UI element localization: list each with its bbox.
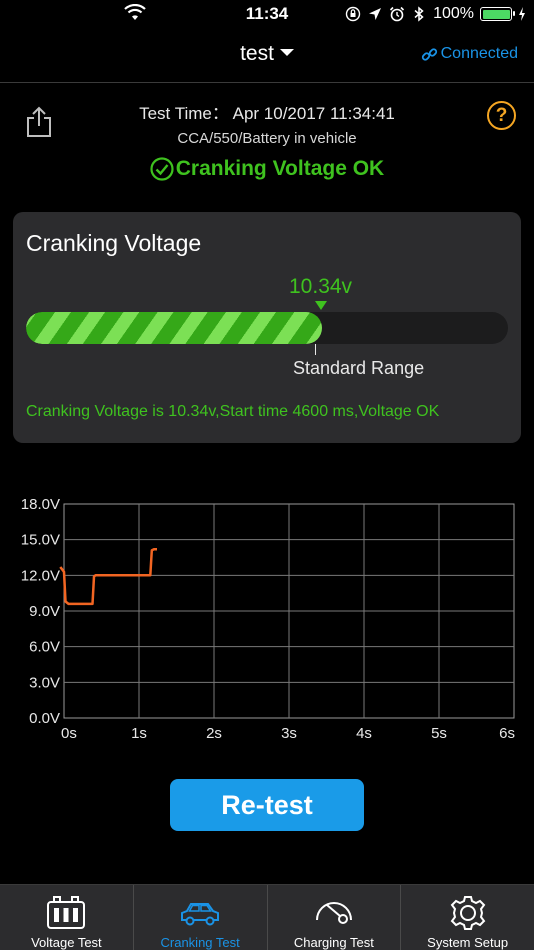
- y-tick-label: 15.0V: [21, 532, 60, 549]
- y-tick-label: 12.0V: [21, 567, 60, 584]
- alarm-icon: [390, 6, 405, 22]
- tab-cranking-test[interactable]: Cranking Test: [134, 885, 268, 950]
- tab-bar: Voltage Test Cranking Test Charging Test…: [0, 884, 534, 950]
- nav-title: test: [240, 42, 274, 65]
- y-tick-label: 0.0V: [29, 710, 60, 727]
- tab-charging-test[interactable]: Charging Test: [268, 885, 402, 950]
- x-tick-label: 2s: [206, 725, 222, 742]
- gear-icon: [450, 896, 485, 930]
- tab-label: System Setup: [427, 935, 509, 950]
- test-time: Test Time： Apr 10/2017 11:34:41: [139, 104, 395, 123]
- cranking-summary: Cranking Voltage is 10.34v,Start time 46…: [26, 403, 440, 420]
- x-tick-label: 0s: [61, 725, 77, 742]
- bluetooth-icon: [414, 6, 424, 22]
- connection-label: Connected: [440, 45, 518, 62]
- retest-button[interactable]: Re-test: [170, 779, 364, 831]
- connection-status[interactable]: Connected: [421, 45, 518, 63]
- standard-range-tick: [315, 344, 316, 355]
- test-result: Cranking Voltage OK: [0, 157, 534, 181]
- x-tick-label: 1s: [131, 725, 147, 742]
- value-marker-icon: [315, 301, 327, 310]
- tab-voltage-test[interactable]: Voltage Test: [0, 885, 134, 950]
- cranking-voltage-value: 10.34v: [289, 275, 353, 298]
- link-icon: [421, 47, 437, 61]
- x-tick-label: 5s: [431, 725, 447, 742]
- voltage-bar: [26, 312, 508, 344]
- x-tick-label: 3s: [281, 725, 297, 742]
- status-indicators: 100%: [345, 4, 526, 24]
- gauge-icon: [315, 902, 352, 924]
- check-circle-icon: [150, 157, 174, 181]
- y-tick-label: 18.0V: [21, 496, 60, 513]
- card-title: Cranking Voltage: [26, 230, 202, 256]
- orientation-lock-icon: [345, 6, 361, 22]
- tab-label: Cranking Test: [160, 935, 240, 950]
- battery-icon: [47, 896, 86, 929]
- tab-system-setup[interactable]: System Setup: [401, 885, 534, 950]
- battery-icon: [480, 7, 515, 21]
- voltage-chart: 18.0V 15.0V 12.0V 9.0V 6.0V 3.0V 0.0V0s 1s 2s 3s 4…: [21, 496, 515, 742]
- y-tick-label: 9.0V: [29, 603, 60, 620]
- voltage-trace: [59, 547, 157, 606]
- battery-percentage: 100%: [433, 5, 474, 22]
- charging-icon: [519, 7, 525, 21]
- cranking-voltage-card: Cranking Voltage 10.34v Standard Range C…: [13, 212, 521, 443]
- caret-down-icon: [279, 48, 294, 56]
- car-icon: [181, 903, 220, 926]
- nav-bar: test Connected: [0, 28, 534, 83]
- test-config: CCA/550/Battery in vehicle: [177, 130, 357, 147]
- y-tick-label: 3.0V: [29, 674, 60, 691]
- tab-label: Charging Test: [293, 935, 374, 950]
- x-tick-label: 4s: [356, 725, 372, 742]
- standard-range-label: Standard Range: [293, 358, 425, 378]
- x-tick-label: 6s: [499, 725, 515, 742]
- voltage-bar-fill: [26, 312, 323, 344]
- test-result-label: Cranking Voltage OK: [175, 157, 385, 180]
- location-icon: [369, 8, 382, 20]
- status-bar: 11:34 100%: [0, 0, 534, 28]
- y-tick-label: 6.0V: [29, 639, 60, 656]
- tab-label: Voltage Test: [31, 935, 102, 950]
